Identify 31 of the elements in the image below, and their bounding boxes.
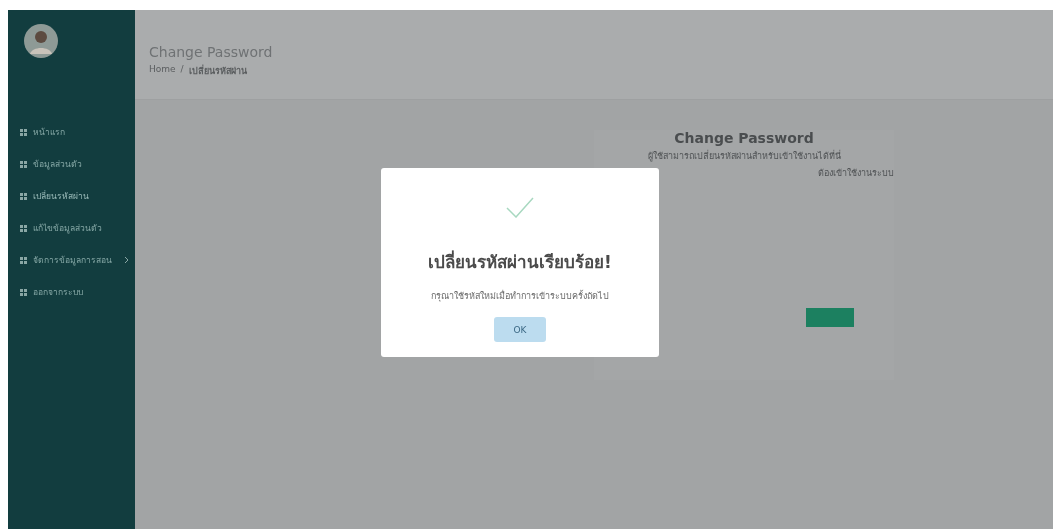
grid-icon [20, 288, 27, 296]
sidebar-item[interactable]: หน้าแรก [8, 116, 135, 148]
ok-button[interactable]: OK [494, 317, 546, 342]
grid-icon [20, 160, 27, 168]
avatar-icon [24, 24, 58, 58]
menu-label: หน้าแรก [33, 126, 65, 139]
breadcrumb-item: เปลี่ยนรหัสผ่าน [188, 64, 247, 78]
grid-icon [20, 128, 27, 136]
menu-label: แก้ไขข้อมูลส่วนตัว [33, 222, 102, 235]
sidebar-item[interactable]: แก้ไขข้อมูลส่วนตัว [8, 212, 135, 244]
menu-label: จัดการข้อมูลการสอน [33, 254, 112, 267]
page-title: Change Password [149, 44, 274, 60]
sidebar-item[interactable]: ข้อมูลส่วนตัว [8, 148, 135, 180]
menu-label: ข้อมูลส่วนตัว [33, 158, 82, 171]
checkmark-icon [505, 196, 535, 218]
sidebar-item[interactable]: เปลี่ยนรหัสผ่าน [8, 180, 135, 212]
menu-label: ออกจากระบบ [33, 286, 83, 299]
form-description: ผู้ใช้สามารถเปลี่ยนรหัสผ่านสำหรับเข้าใช้งานได้ที่นี่ [647, 149, 841, 163]
breadcrumb-item[interactable]: Home [149, 64, 176, 78]
breadcrumb-separator: / [180, 64, 184, 76]
grid-icon [20, 192, 27, 200]
dialog-message: กรุณาใช้รหัสใหม่เมื่อทำการเข้าระบบครั้งถัดไป [431, 289, 609, 303]
submit-button[interactable] [806, 308, 854, 327]
dialog-title: เปลี่ยนรหัสผ่านเรียบร้อย! [428, 249, 612, 274]
sidebar-item[interactable]: จัดการข้อมูลการสอน [8, 244, 135, 276]
form-title: Change Password [674, 130, 814, 146]
grid-icon [20, 256, 27, 264]
form-description: ต้องเข้าใช้งานระบบ [818, 167, 894, 180]
menu-label: เปลี่ยนรหัสผ่าน [33, 189, 89, 203]
sidebar-item[interactable]: ออกจากระบบ [8, 276, 135, 308]
grid-icon [20, 224, 27, 232]
